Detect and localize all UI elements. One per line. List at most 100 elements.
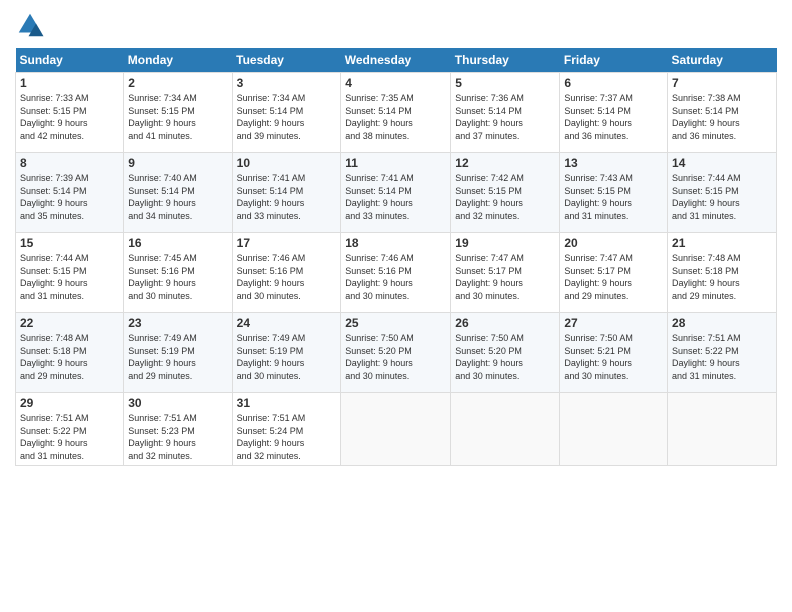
day-number: 15 <box>20 236 119 250</box>
day-number: 17 <box>237 236 337 250</box>
calendar-cell: 26 Sunrise: 7:50 AMSunset: 5:20 PMDayligh… <box>451 313 560 393</box>
col-sunday: Sunday <box>16 48 124 73</box>
col-tuesday: Tuesday <box>232 48 341 73</box>
calendar-cell: 17 Sunrise: 7:46 AMSunset: 5:16 PMDayligh… <box>232 233 341 313</box>
col-saturday: Saturday <box>668 48 777 73</box>
day-info: Sunrise: 7:36 AMSunset: 5:14 PMDaylight:… <box>455 92 555 142</box>
calendar-container: Sunday Monday Tuesday Wednesday Thursday… <box>0 0 792 612</box>
day-number: 20 <box>564 236 663 250</box>
calendar-cell: 8Sunrise: 7:39 AMSunset: 5:14 PMDaylight… <box>16 153 124 233</box>
day-number: 8 <box>20 156 119 170</box>
day-info: Sunrise: 7:37 AMSunset: 5:14 PMDaylight:… <box>564 92 663 142</box>
day-number: 5 <box>455 76 555 90</box>
day-info: Sunrise: 7:48 AMSunset: 5:18 PMDaylight:… <box>20 332 119 382</box>
calendar-cell: 3 Sunrise: 7:34 AMSunset: 5:14 PMDaylight… <box>232 73 341 153</box>
day-number: 18 <box>345 236 446 250</box>
day-number: 11 <box>345 156 446 170</box>
calendar-cell: 14Sunrise: 7:44 AMSunset: 5:15 PMDayligh… <box>668 153 777 233</box>
calendar-cell: 29 Sunrise: 7:51 AMSunset: 5:22 PMDayligh… <box>16 393 124 466</box>
calendar-cell: 30 Sunrise: 7:51 AMSunset: 5:23 PMDayligh… <box>124 393 232 466</box>
col-friday: Friday <box>560 48 668 73</box>
day-info: Sunrise: 7:47 AMSunset: 5:17 PMDaylight:… <box>564 252 663 302</box>
header <box>15 10 777 40</box>
day-number: 1 <box>20 76 119 90</box>
col-monday: Monday <box>124 48 232 73</box>
calendar-cell: 20 Sunrise: 7:47 AMSunset: 5:17 PMDayligh… <box>560 233 668 313</box>
calendar-cell <box>560 393 668 466</box>
day-info: Sunrise: 7:38 AMSunset: 5:14 PMDaylight:… <box>672 92 772 142</box>
day-number: 21 <box>672 236 772 250</box>
day-number: 24 <box>237 316 337 330</box>
day-number: 13 <box>564 156 663 170</box>
day-info: Sunrise: 7:49 AMSunset: 5:19 PMDaylight:… <box>128 332 227 382</box>
calendar-cell: 19 Sunrise: 7:47 AMSunset: 5:17 PMDayligh… <box>451 233 560 313</box>
calendar-cell <box>451 393 560 466</box>
calendar-cell: 23 Sunrise: 7:49 AMSunset: 5:19 PMDayligh… <box>124 313 232 393</box>
calendar-cell: 31 Sunrise: 7:51 AMSunset: 5:24 PMDayligh… <box>232 393 341 466</box>
day-info: Sunrise: 7:42 AMSunset: 5:15 PMDaylight:… <box>455 172 555 222</box>
day-number: 10 <box>237 156 337 170</box>
day-info: Sunrise: 7:51 AMSunset: 5:22 PMDaylight:… <box>20 412 119 462</box>
day-info: Sunrise: 7:34 AMSunset: 5:14 PMDaylight:… <box>237 92 337 142</box>
day-number: 19 <box>455 236 555 250</box>
day-info: Sunrise: 7:51 AMSunset: 5:24 PMDaylight:… <box>237 412 337 462</box>
calendar-cell <box>668 393 777 466</box>
day-number: 16 <box>128 236 227 250</box>
day-info: Sunrise: 7:33 AMSunset: 5:15 PMDaylight:… <box>20 92 119 142</box>
calendar-cell: 18 Sunrise: 7:46 AMSunset: 5:16 PMDayligh… <box>341 233 451 313</box>
calendar-cell: 11 Sunrise: 7:41 AMSunset: 5:14 PMDayligh… <box>341 153 451 233</box>
day-number: 7 <box>672 76 772 90</box>
calendar-cell: 13 Sunrise: 7:43 AMSunset: 5:15 PMDayligh… <box>560 153 668 233</box>
day-info: Sunrise: 7:50 AMSunset: 5:20 PMDaylight:… <box>345 332 446 382</box>
day-number: 12 <box>455 156 555 170</box>
calendar-cell: 15 Sunrise: 7:44 AMSunset: 5:15 PMDayligh… <box>16 233 124 313</box>
day-number: 23 <box>128 316 227 330</box>
calendar-header-row: Sunday Monday Tuesday Wednesday Thursday… <box>16 48 777 73</box>
day-info: Sunrise: 7:44 AMSunset: 5:15 PMDaylight:… <box>20 252 119 302</box>
day-number: 2 <box>128 76 227 90</box>
calendar-cell: 28Sunrise: 7:51 AMSunset: 5:22 PMDayligh… <box>668 313 777 393</box>
day-number: 25 <box>345 316 446 330</box>
day-number: 26 <box>455 316 555 330</box>
day-info: Sunrise: 7:48 AMSunset: 5:18 PMDaylight:… <box>672 252 772 302</box>
day-info: Sunrise: 7:45 AMSunset: 5:16 PMDaylight:… <box>128 252 227 302</box>
day-info: Sunrise: 7:47 AMSunset: 5:17 PMDaylight:… <box>455 252 555 302</box>
calendar-cell: 24Sunrise: 7:49 AMSunset: 5:19 PMDayligh… <box>232 313 341 393</box>
day-number: 3 <box>237 76 337 90</box>
day-info: Sunrise: 7:46 AMSunset: 5:16 PMDaylight:… <box>237 252 337 302</box>
day-info: Sunrise: 7:51 AMSunset: 5:23 PMDaylight:… <box>128 412 227 462</box>
col-thursday: Thursday <box>451 48 560 73</box>
logo-icon <box>15 10 45 40</box>
calendar-cell: 9Sunrise: 7:40 AMSunset: 5:14 PMDaylight… <box>124 153 232 233</box>
day-info: Sunrise: 7:44 AMSunset: 5:15 PMDaylight:… <box>672 172 772 222</box>
day-info: Sunrise: 7:41 AMSunset: 5:14 PMDaylight:… <box>237 172 337 222</box>
col-wednesday: Wednesday <box>341 48 451 73</box>
day-info: Sunrise: 7:35 AMSunset: 5:14 PMDaylight:… <box>345 92 446 142</box>
calendar-cell: 27 Sunrise: 7:50 AMSunset: 5:21 PMDayligh… <box>560 313 668 393</box>
day-info: Sunrise: 7:43 AMSunset: 5:15 PMDaylight:… <box>564 172 663 222</box>
day-number: 4 <box>345 76 446 90</box>
calendar-cell: 10 Sunrise: 7:41 AMSunset: 5:14 PMDayligh… <box>232 153 341 233</box>
day-number: 27 <box>564 316 663 330</box>
calendar-cell: 4 Sunrise: 7:35 AMSunset: 5:14 PMDaylight… <box>341 73 451 153</box>
day-info: Sunrise: 7:46 AMSunset: 5:16 PMDaylight:… <box>345 252 446 302</box>
day-number: 31 <box>237 396 337 410</box>
calendar-cell: 16 Sunrise: 7:45 AMSunset: 5:16 PMDayligh… <box>124 233 232 313</box>
calendar-table: Sunday Monday Tuesday Wednesday Thursday… <box>15 48 777 466</box>
calendar-cell: 1 Sunrise: 7:33 AMSunset: 5:15 PMDaylight… <box>16 73 124 153</box>
day-number: 29 <box>20 396 119 410</box>
day-number: 6 <box>564 76 663 90</box>
day-number: 22 <box>20 316 119 330</box>
calendar-cell <box>341 393 451 466</box>
calendar-cell: 5 Sunrise: 7:36 AMSunset: 5:14 PMDaylight… <box>451 73 560 153</box>
calendar-cell: 2Sunrise: 7:34 AMSunset: 5:15 PMDaylight… <box>124 73 232 153</box>
calendar-cell: 7 Sunrise: 7:38 AMSunset: 5:14 PMDaylight… <box>668 73 777 153</box>
calendar-cell: 21 Sunrise: 7:48 AMSunset: 5:18 PMDayligh… <box>668 233 777 313</box>
calendar-cell: 6 Sunrise: 7:37 AMSunset: 5:14 PMDaylight… <box>560 73 668 153</box>
day-info: Sunrise: 7:50 AMSunset: 5:20 PMDaylight:… <box>455 332 555 382</box>
day-number: 30 <box>128 396 227 410</box>
day-number: 9 <box>128 156 227 170</box>
day-info: Sunrise: 7:41 AMSunset: 5:14 PMDaylight:… <box>345 172 446 222</box>
day-number: 28 <box>672 316 772 330</box>
day-info: Sunrise: 7:50 AMSunset: 5:21 PMDaylight:… <box>564 332 663 382</box>
